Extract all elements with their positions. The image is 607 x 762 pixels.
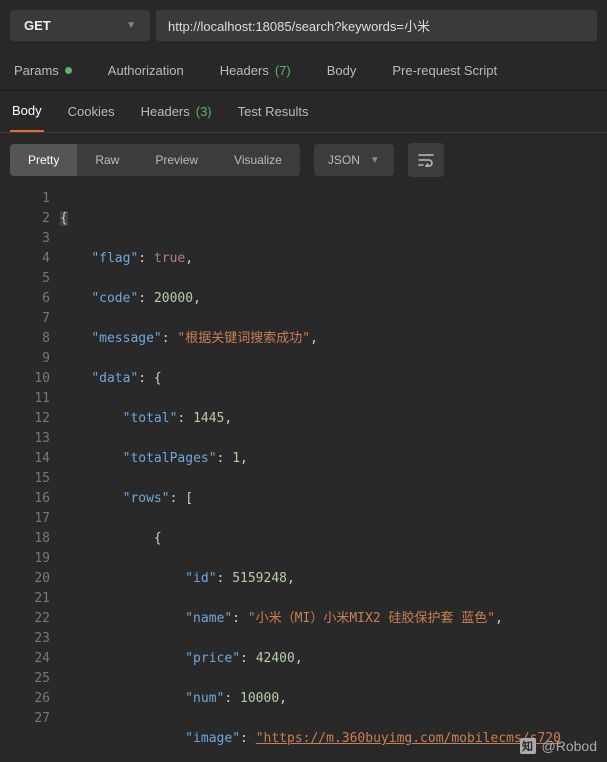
code-content[interactable]: { "flag": true, "code": 20000, "message"…	[60, 187, 607, 747]
response-tab-testresults[interactable]: Test Results	[236, 91, 311, 132]
chevron-down-icon: ▼	[126, 20, 136, 31]
wrap-lines-button[interactable]	[408, 143, 444, 177]
line-gutter: 1234567891011121314151617181920212223242…	[0, 187, 60, 747]
request-bar: GET ▼	[0, 0, 607, 51]
view-visualize[interactable]: Visualize	[216, 144, 300, 176]
response-tab-cookies-label: Cookies	[68, 104, 115, 119]
tab-params-label: Params	[14, 63, 59, 78]
tab-authorization-label: Authorization	[108, 63, 184, 78]
view-pretty[interactable]: Pretty	[10, 144, 77, 176]
tab-prerequest[interactable]: Pre-request Script	[388, 51, 501, 90]
format-select[interactable]: JSON ▼	[314, 144, 394, 176]
request-tabs: Params Authorization Headers (7) Body Pr…	[0, 51, 607, 91]
tab-body-label: Body	[327, 63, 357, 78]
tab-prerequest-label: Pre-request Script	[392, 63, 497, 78]
response-tab-headers[interactable]: Headers (3)	[139, 91, 214, 132]
tab-headers-count: (7)	[275, 63, 291, 78]
response-body: 1234567891011121314151617181920212223242…	[0, 187, 607, 747]
active-dot-icon	[65, 67, 72, 74]
tab-body[interactable]: Body	[323, 51, 361, 90]
chevron-down-icon: ▼	[370, 155, 380, 166]
response-tab-body[interactable]: Body	[10, 91, 44, 132]
response-tab-body-label: Body	[12, 103, 42, 118]
format-select-value: JSON	[328, 153, 360, 167]
zhihu-icon: 知	[520, 738, 536, 754]
view-preview[interactable]: Preview	[137, 144, 216, 176]
view-raw[interactable]: Raw	[77, 144, 137, 176]
tab-authorization[interactable]: Authorization	[104, 51, 188, 90]
tab-params[interactable]: Params	[10, 51, 76, 90]
tab-headers[interactable]: Headers (7)	[216, 51, 295, 90]
response-tab-headers-count: (3)	[196, 104, 212, 119]
watermark: 知 @Robod	[520, 738, 597, 754]
wrap-icon	[418, 153, 434, 167]
watermark-text: @Robod	[542, 738, 597, 754]
view-toolbar: Pretty Raw Preview Visualize JSON ▼	[0, 133, 607, 187]
view-mode-group: Pretty Raw Preview Visualize	[10, 144, 300, 176]
response-tab-headers-label: Headers	[141, 104, 190, 119]
response-tab-cookies[interactable]: Cookies	[66, 91, 117, 132]
response-tabs: Body Cookies Headers (3) Test Results	[0, 91, 607, 133]
http-method-select[interactable]: GET ▼	[10, 10, 150, 41]
url-input[interactable]	[156, 10, 597, 41]
tab-headers-label: Headers	[220, 63, 269, 78]
http-method-value: GET	[24, 18, 51, 33]
response-tab-testresults-label: Test Results	[238, 104, 309, 119]
